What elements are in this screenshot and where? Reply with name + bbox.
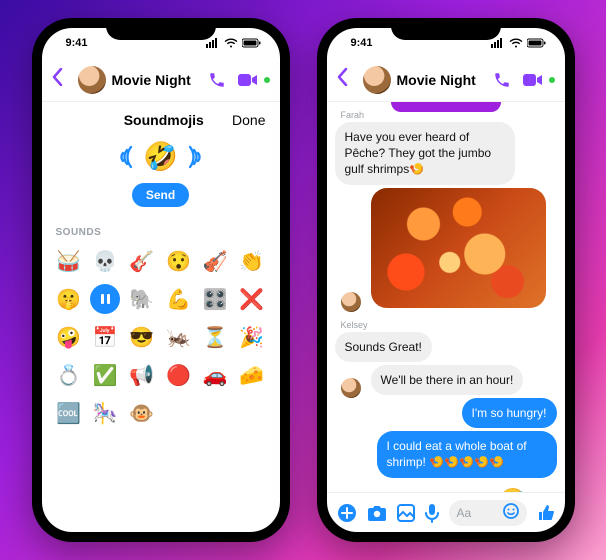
camera-icon[interactable] <box>367 504 387 522</box>
soundmoji-cell[interactable]: 😎 <box>127 322 157 352</box>
avatar[interactable] <box>78 66 106 94</box>
mic-icon[interactable] <box>425 503 439 523</box>
soundmoji-cell[interactable]: 💪 <box>163 284 193 314</box>
phone-left: 9:41 Movie Night Soundmojis Done <box>32 18 290 542</box>
soundmoji-cell[interactable]: 🔴 <box>163 360 193 390</box>
soundmoji-cell[interactable]: 🎛️ <box>200 284 230 314</box>
soundmoji-cell[interactable]: 🐘 <box>127 284 157 314</box>
soundmoji-title: Soundmojis <box>96 112 233 128</box>
more-actions-icon[interactable] <box>337 503 357 523</box>
soundmoji-cell[interactable]: 🎠 <box>90 398 120 428</box>
wifi-icon <box>509 38 523 48</box>
message-rx[interactable]: Sounds Great! <box>335 332 432 362</box>
pause-button[interactable] <box>90 284 120 314</box>
soundmoji-cell[interactable]: 🧀 <box>237 360 267 390</box>
soundmoji-cell[interactable]: 🚗 <box>200 360 230 390</box>
soundmoji-cell[interactable]: 💍 <box>54 360 84 390</box>
soundmoji-cell[interactable]: 🎸 <box>127 246 157 276</box>
message-tx[interactable]: I could eat a whole boat of shrimp! 🍤🍤🍤🍤… <box>377 431 557 477</box>
soundwave-right-icon <box>184 144 202 170</box>
avatar[interactable] <box>363 66 391 94</box>
sender-label: Kelsey <box>341 320 557 330</box>
chat-body[interactable]: Farah Have you ever heard of Pêche? They… <box>327 102 565 492</box>
soundwave-right-icon <box>533 490 549 492</box>
active-dot <box>549 77 555 83</box>
theme-pill <box>391 102 501 112</box>
emoji-picker-icon[interactable] <box>503 503 519 522</box>
soundwave-left-icon <box>119 144 137 170</box>
soundmoji-cell[interactable]: 🤪 <box>54 322 84 352</box>
battery-icon <box>527 38 547 48</box>
soundmoji-cell[interactable]: 🎉 <box>237 322 267 352</box>
battery-icon <box>242 38 262 48</box>
status-time: 9:41 <box>351 37 373 49</box>
soundmoji-preview: 🤣 Send <box>42 134 280 217</box>
soundmoji-cell[interactable]: 🤫 <box>54 284 84 314</box>
notch <box>391 18 501 40</box>
video-icon[interactable] <box>523 73 543 87</box>
soundmoji-cell[interactable]: 👏 <box>237 246 267 276</box>
status-time: 9:41 <box>66 37 88 49</box>
soundmoji-cell[interactable]: ✅ <box>90 360 120 390</box>
soundmoji-cell[interactable]: 😯 <box>163 246 193 276</box>
notch <box>106 18 216 40</box>
message-rx[interactable]: We'll be there in an hour! <box>371 365 524 395</box>
soundmoji-message[interactable]: 🤣 <box>335 481 557 493</box>
soundmoji-cell[interactable]: 🦗 <box>163 322 193 352</box>
signal-icon <box>206 38 220 48</box>
message-tx[interactable]: I'm so hungry! <box>462 398 557 428</box>
soundmoji-cell[interactable]: ❌ <box>237 284 267 314</box>
chat-title[interactable]: Movie Night <box>112 72 208 88</box>
call-icon[interactable] <box>493 71 511 89</box>
screen-right: 9:41 Movie Night Farah Have you ever hea… <box>327 28 565 532</box>
sender-avatar[interactable] <box>341 292 361 312</box>
screen-left: 9:41 Movie Night Soundmojis Done <box>42 28 280 532</box>
soundmoji-cell[interactable]: 🆒 <box>54 398 84 428</box>
back-button[interactable] <box>337 68 357 92</box>
soundmoji-subheader: Soundmojis Done <box>42 102 280 134</box>
gallery-icon[interactable] <box>397 504 415 522</box>
done-button[interactable]: Done <box>232 112 265 128</box>
chat-header: Movie Night <box>327 58 565 102</box>
soundmoji-cell[interactable]: ⏳ <box>200 322 230 352</box>
call-icon[interactable] <box>208 71 226 89</box>
soundmoji-cell[interactable]: 📢 <box>127 360 157 390</box>
phone-right: 9:41 Movie Night Farah Have you ever hea… <box>317 18 575 542</box>
soundmoji-cell[interactable]: 🎻 <box>200 246 230 276</box>
message-rx[interactable]: Have you ever heard of Pêche? They got t… <box>335 122 515 185</box>
video-icon[interactable] <box>238 73 258 87</box>
chat-title[interactable]: Movie Night <box>397 72 493 88</box>
image-attachment[interactable] <box>371 188 546 308</box>
soundmoji-cell[interactable]: 🐵 <box>127 398 157 428</box>
send-button[interactable]: Send <box>132 183 189 207</box>
soundmoji-cell[interactable]: 📅 <box>90 322 120 352</box>
active-dot <box>264 77 270 83</box>
soundwave-left-icon <box>476 490 492 492</box>
soundmoji-cell[interactable]: 🥁 <box>54 246 84 276</box>
composer: Aa <box>327 492 565 532</box>
soundmoji-cell[interactable]: 💀 <box>90 246 120 276</box>
message-input[interactable]: Aa <box>449 500 527 526</box>
input-placeholder: Aa <box>457 506 472 520</box>
preview-emoji: 🤣 <box>143 140 178 173</box>
soundmoji-grid: 🥁💀🎸😯🎻👏 🤫 🐘💪🎛️❌ 🤪📅😎🦗⏳🎉 💍✅📢🔴🚗🧀 🆒🎠🐵 <box>42 242 280 438</box>
wifi-icon <box>224 38 238 48</box>
chat-header: Movie Night <box>42 58 280 102</box>
sender-avatar[interactable] <box>341 378 361 398</box>
signal-icon <box>491 38 505 48</box>
back-button[interactable] <box>52 68 72 92</box>
soundmoji-emoji: 🤣 <box>496 487 528 493</box>
sounds-section-label: SOUNDS <box>42 217 280 242</box>
like-icon[interactable] <box>537 504 555 522</box>
